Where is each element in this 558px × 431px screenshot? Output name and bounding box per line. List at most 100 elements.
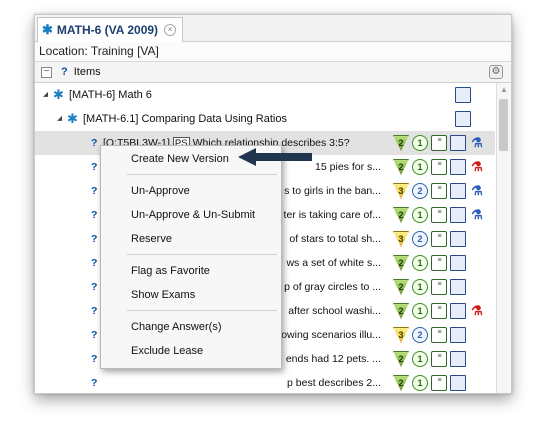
points-circle-icon: 1 [412,159,428,175]
item-status-icons: 2 1 ≡ ⚗ [393,135,485,151]
item-status-icons: 3 2 ≡ ⚗ [393,183,485,199]
context-menu-item[interactable]: Change Answer(s) [101,316,281,338]
clipboard-icon[interactable]: ≡ [431,183,447,199]
difficulty-triangle-icon: 2 [393,279,409,295]
preview-icon[interactable] [450,351,466,367]
gear-icon[interactable]: ⚙ [489,65,503,79]
vertical-scrollbar[interactable]: ▲ [496,83,511,393]
clipboard-icon[interactable]: ≡ [431,375,447,391]
flask-icon: ⚗ [471,183,483,198]
menu-separator [127,254,277,255]
context-menu: Create New Version Un-Approve Un-Approve &… [100,145,282,369]
item-help-icon[interactable]: ? [91,203,97,227]
tree-folder[interactable]: ◢ ✱ [MATH-6] Math 6 [35,83,495,107]
points-circle-icon: 1 [412,279,428,295]
difficulty-triangle-icon: 2 [393,351,409,367]
scroll-thumb[interactable] [499,99,508,151]
clipboard-icon[interactable]: ≡ [431,159,447,175]
item-help-icon[interactable]: ? [91,275,97,299]
item-stem: 15 pies for s... [315,161,381,173]
preview-icon[interactable] [450,231,466,247]
tab-bar: ✱ MATH-6 (VA 2009) × [35,15,511,42]
item-status-icons: 2 1 ≡ [393,279,466,295]
tab-title: MATH-6 (VA 2009) [56,23,159,37]
close-icon[interactable]: × [164,24,177,36]
clipboard-icon[interactable]: ≡ [431,303,447,319]
context-menu-item[interactable]: Show Exams [101,284,281,306]
difficulty-triangle-icon: 2 [393,135,409,151]
expand-arrow-icon[interactable]: ◢ [57,107,62,131]
preview-icon[interactable] [455,111,471,127]
preview-icon[interactable] [450,303,466,319]
points-circle-icon: 1 [412,255,428,271]
item-stem: s to girls in the ban... [284,185,381,197]
context-menu-item[interactable]: Reserve [101,228,281,250]
item-status-icons: 2 1 ≡ [393,351,466,367]
clipboard-icon[interactable]: ≡ [431,231,447,247]
expand-arrow-icon[interactable]: ◢ [43,83,48,107]
context-menu-item[interactable]: Un-Approve & Un-Submit [101,204,281,226]
menu-separator [127,310,277,311]
clipboard-icon[interactable]: ≡ [431,255,447,271]
tab-math-6[interactable]: ✱ MATH-6 (VA 2009) × [37,17,184,42]
item-status-icons: 2 1 ≡ ⚗ [393,207,485,223]
menu-separator [127,174,277,175]
tree-item[interactable]: ? p best describes 2... 2 1 ≡ [35,371,495,393]
item-help-icon[interactable]: ? [91,371,97,393]
preview-icon[interactable] [450,327,466,343]
folder-label: [MATH-6.1] Comparing Data Using Ratios [83,113,287,125]
clipboard-icon[interactable]: ≡ [431,135,447,151]
item-help-icon[interactable]: ? [91,347,97,371]
points-circle-icon: 1 [412,207,428,223]
clipboard-icon[interactable]: ≡ [431,327,447,343]
context-menu-item[interactable]: Flag as Favorite [101,260,281,282]
standard-star-icon: ✱ [67,111,78,126]
items-header-label: Items [73,66,101,78]
item-help-icon[interactable]: ? [91,227,97,251]
item-help-icon[interactable]: ? [91,299,97,323]
points-circle-icon: 1 [412,375,428,391]
help-icon[interactable]: ? [61,66,68,78]
preview-icon[interactable] [450,135,466,151]
item-stem: ter is taking care of... [283,209,381,221]
item-help-icon[interactable]: ? [91,131,97,155]
item-stem: ends had 12 pets. ... [285,353,381,365]
item-help-icon[interactable]: ? [91,155,97,179]
annotation-arrow-icon [238,148,312,166]
collapse-icon[interactable]: − [41,66,52,78]
clipboard-icon[interactable]: ≡ [431,207,447,223]
context-menu-item[interactable]: Un-Approve [101,180,281,202]
preview-icon[interactable] [450,207,466,223]
flask-icon: ⚗ [471,159,483,174]
points-circle-icon: 1 [412,135,428,151]
difficulty-triangle-icon: 2 [393,255,409,271]
item-stem: p of gray circles to ... [284,281,381,293]
items-header: − ? Items ⚙ [35,62,511,83]
preview-icon[interactable] [450,279,466,295]
preview-icon[interactable] [450,183,466,199]
context-menu-item[interactable]: Exclude Lease [101,340,281,362]
clipboard-icon[interactable]: ≡ [431,279,447,295]
clipboard-icon[interactable]: ≡ [431,351,447,367]
difficulty-triangle-icon: 2 [393,159,409,175]
standard-star-icon: ✱ [53,87,64,102]
item-stem: of stars to total sh... [289,233,381,245]
item-stem: after school washi... [288,305,381,317]
item-status-icons: 3 2 ≡ [393,327,466,343]
preview-icon[interactable] [450,159,466,175]
difficulty-triangle-icon: 3 [393,231,409,247]
preview-icon[interactable] [455,87,471,103]
points-circle-icon: 1 [412,351,428,367]
item-help-icon[interactable]: ? [91,179,97,203]
item-help-icon[interactable]: ? [91,251,97,275]
item-status-icons: 2 1 ≡ ⚗ [393,159,485,175]
flask-icon: ⚗ [471,303,483,318]
preview-icon[interactable] [450,255,466,271]
preview-icon[interactable] [450,375,466,391]
scroll-up-icon[interactable]: ▲ [500,85,508,94]
tree-folder[interactable]: ◢ ✱ [MATH-6.1] Comparing Data Using Ratios [35,107,495,131]
points-circle-icon: 2 [412,327,428,343]
flask-icon: ⚗ [471,207,483,222]
item-help-icon[interactable]: ? [91,323,97,347]
difficulty-triangle-icon: 3 [393,183,409,199]
